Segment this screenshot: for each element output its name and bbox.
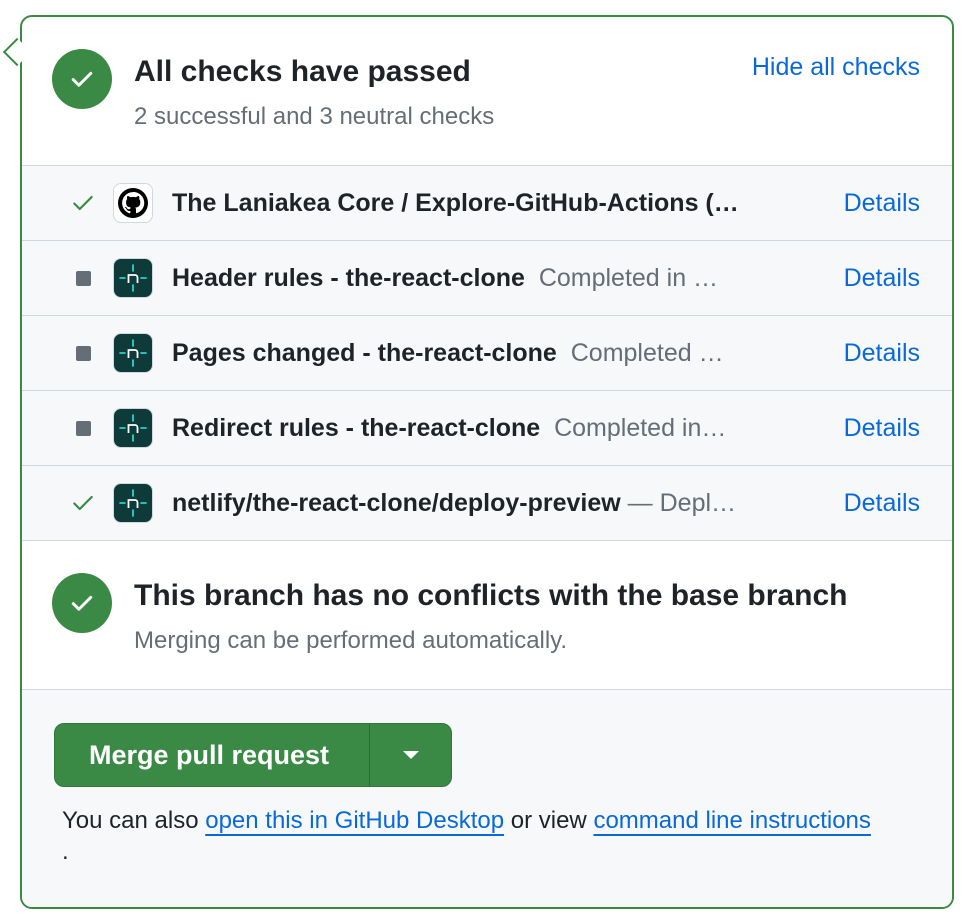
checks-subtitle: 2 successful and 3 neutral checks (134, 103, 495, 130)
github-icon (113, 183, 153, 223)
no-conflicts-icon (52, 573, 112, 633)
merge-area: Merge pull request You can also open thi… (22, 690, 952, 907)
caret-down-icon (402, 751, 419, 759)
conflicts-status: This branch has no conflicts with the ba… (22, 541, 952, 690)
details-link[interactable]: Details (844, 414, 920, 443)
check-row: The Laniakea Core / Explore-GitHub-Actio… (22, 166, 952, 241)
hide-all-checks-link[interactable]: Hide all checks (752, 53, 920, 82)
open-github-desktop-link[interactable]: open this in GitHub Desktop (205, 807, 504, 834)
checks-summary: All checks have passed 2 successful and … (22, 17, 952, 166)
checks-list: The Laniakea Core / Explore-GitHub-Actio… (22, 166, 952, 541)
success-check-icon (70, 190, 96, 216)
neutral-status-icon (70, 265, 96, 291)
details-link[interactable]: Details (844, 264, 920, 293)
check-name: Header rules - the-react-clone Completed… (172, 263, 719, 292)
check-name: Pages changed - the-react-clone Complete… (172, 338, 724, 367)
details-link[interactable]: Details (844, 489, 920, 518)
check-row: Header rules - the-react-clone Completed… (22, 241, 952, 316)
netlify-icon (113, 333, 153, 373)
check-description: — Depl… (627, 488, 737, 517)
check-row: Pages changed - the-react-clone Complete… (22, 316, 952, 391)
neutral-status-icon (70, 415, 96, 441)
check-name: netlify/the-react-clone/deploy-preview —… (172, 488, 737, 517)
merge-box: All checks have passed 2 successful and … (20, 15, 954, 909)
netlify-icon (113, 258, 153, 298)
trailing-period: . (62, 838, 69, 865)
conflicts-subtitle: Merging can be performed automatically. (134, 627, 568, 654)
merge-options-button[interactable] (369, 724, 451, 786)
check-name: The Laniakea Core / Explore-GitHub-Actio… (172, 188, 739, 217)
success-check-icon (70, 490, 96, 516)
details-link[interactable]: Details (844, 189, 920, 218)
command-line-instructions-link[interactable]: command line instructions (593, 807, 870, 834)
alternatives-text: You can also open this in GitHub Desktop… (62, 807, 871, 834)
merge-pull-request-button[interactable]: Merge pull request (55, 724, 369, 786)
details-link[interactable]: Details (844, 339, 920, 368)
merge-button-group: Merge pull request (54, 723, 452, 787)
netlify-icon (113, 408, 153, 448)
check-row: Redirect rules - the-react-clone Complet… (22, 391, 952, 466)
check-name: Redirect rules - the-react-clone Complet… (172, 413, 727, 442)
netlify-icon (113, 483, 153, 523)
neutral-status-icon (70, 340, 96, 366)
checks-title: All checks have passed (134, 55, 471, 88)
check-description: Completed … (570, 338, 724, 367)
check-description: Completed in … (538, 263, 719, 292)
check-row: netlify/the-react-clone/deploy-preview —… (22, 466, 952, 541)
checks-passed-icon (52, 49, 112, 109)
check-description: Completed in… (554, 413, 727, 442)
conflicts-title: This branch has no conflicts with the ba… (134, 579, 848, 612)
